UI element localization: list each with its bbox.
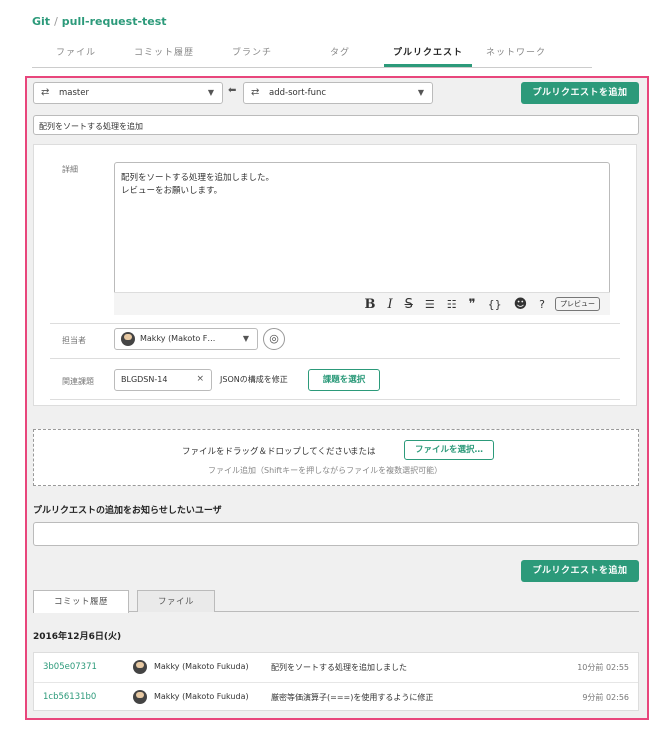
tab-branches[interactable]: ブランチ — [208, 40, 296, 67]
tab-pull-requests[interactable]: プルリクエスト — [384, 40, 472, 67]
base-branch-select[interactable]: ⇄ master ▼ — [33, 82, 223, 104]
commit-time: 9分前 02:56 — [582, 693, 629, 702]
add-pull-request-button[interactable]: プルリクエストを追加 — [521, 82, 639, 104]
bullet-list-icon[interactable]: ☰ — [425, 293, 435, 316]
choose-file-button[interactable]: ファイルを選択… — [404, 440, 494, 460]
commit-hash-link[interactable]: 1cb56131b0 — [43, 692, 96, 702]
dropzone-or: または — [350, 447, 376, 457]
compare-branch-select[interactable]: ⇄ add-sort-func ▼ — [243, 82, 433, 104]
avatar — [121, 332, 135, 346]
bold-icon[interactable]: B — [364, 293, 375, 316]
help-icon[interactable]: ? — [539, 293, 545, 316]
file-dropzone[interactable]: ファイルをドラッグ＆ドロップしてください または ファイルを選択… ファイル追加… — [33, 429, 639, 486]
commit-author: Makky (Makoto Fukuda) — [154, 692, 249, 701]
repo-tabs: ファイル コミット履歴 ブランチ タグ プルリクエスト ネットワーク — [32, 40, 592, 68]
commit-row: 1cb56131b0 Makky (Makoto Fukuda) 厳密等価演算子… — [34, 682, 638, 711]
numbered-list-icon[interactable]: ☷ — [447, 293, 457, 316]
notify-users-label: プルリクエストの追加をお知らせしたいユーザ — [33, 506, 222, 516]
related-issue-key: BLGDSN-14 — [121, 375, 168, 384]
tab-network[interactable]: ネットワーク — [472, 40, 560, 67]
dropzone-text: ファイルをドラッグ＆ドロップしてください — [182, 447, 352, 457]
emoji-icon[interactable]: ☻ — [514, 293, 528, 316]
chevron-down-icon: ▼ — [417, 88, 424, 97]
commit-message: 配列をソートする処理を追加しました — [271, 663, 407, 672]
strikethrough-icon[interactable]: S — [405, 293, 413, 316]
editor-toolbar: B I S ☰ ☷ ❞ {} ☻ ? プレビュー — [114, 292, 610, 315]
title-input-value: 配列をソートする処理を追加 — [39, 122, 143, 131]
preview-button[interactable]: プレビュー — [555, 297, 600, 311]
branch-icon: ⇄ — [41, 87, 50, 98]
commit-author: Makky (Makoto Fukuda) — [154, 662, 249, 671]
commit-message: 厳密等価演算子(===)を使用するように修正 — [271, 693, 434, 702]
assignee-label: 担当者 — [62, 336, 86, 345]
related-issue-label: 関連課題 — [62, 377, 94, 386]
breadcrumb-separator: / — [54, 15, 58, 28]
commit-hash-link[interactable]: 3b05e07371 — [43, 662, 97, 672]
base-branch-label: master — [59, 88, 89, 98]
tab-files[interactable]: ファイル — [32, 40, 120, 67]
watch-icon[interactable]: ◎ — [263, 328, 285, 350]
assignee-select[interactable]: Makky (Makoto F… ▼ — [114, 328, 258, 350]
arrow-left-icon: ⬅ — [228, 85, 237, 96]
commit-list: 3b05e07371 Makky (Makoto Fukuda) 配列をソートす… — [33, 652, 639, 711]
subtab-files[interactable]: ファイル — [137, 590, 215, 612]
code-icon[interactable]: {} — [488, 293, 502, 316]
breadcrumb-project[interactable]: Git — [32, 15, 50, 28]
avatar — [133, 690, 147, 704]
divider — [50, 323, 620, 324]
chevron-down-icon: ▼ — [207, 88, 214, 97]
breadcrumb-repository[interactable]: pull-request-test — [62, 15, 167, 28]
tab-commit-history[interactable]: コミット履歴 — [120, 40, 208, 67]
title-input[interactable]: 配列をソートする処理を追加 — [33, 115, 639, 135]
avatar — [133, 660, 147, 674]
subtab-commit-history[interactable]: コミット履歴 — [33, 590, 129, 613]
quote-icon[interactable]: ❞ — [469, 293, 476, 316]
related-issue-title: JSONの構成を修正 — [220, 375, 288, 384]
close-icon[interactable]: × — [196, 374, 204, 384]
commit-time: 10分前 02:55 — [577, 663, 629, 672]
tab-tags[interactable]: タグ — [296, 40, 384, 67]
dropzone-subtext: ファイル追加（Shiftキーを押しながらファイルを複数選択可能） — [208, 466, 443, 475]
commit-date-heading: 2016年12月6日(火) — [33, 632, 122, 642]
details-label: 詳細 — [62, 165, 78, 174]
add-pull-request-button-bottom[interactable]: プルリクエストを追加 — [521, 560, 639, 582]
assignee-value: Makky (Makoto F… — [140, 334, 216, 343]
divider — [50, 358, 620, 359]
compare-branch-label: add-sort-func — [269, 88, 327, 98]
details-section: 詳細 配列をソートする処理を追加しました。 レビューをお願いします。 B I S… — [33, 144, 637, 406]
divider — [50, 399, 620, 400]
chevron-down-icon: ▼ — [242, 334, 249, 343]
commit-row: 3b05e07371 Makky (Makoto Fukuda) 配列をソートす… — [34, 653, 638, 682]
description-line: レビューをお願いします。 — [121, 186, 223, 196]
select-issue-button[interactable]: 課題を選択 — [308, 369, 380, 391]
pr-subtabs: コミット履歴 ファイル — [33, 590, 639, 613]
italic-icon[interactable]: I — [387, 293, 392, 316]
pull-request-form: ⇄ master ▼ ⬅ ⇄ add-sort-func ▼ プルリクエストを追… — [25, 76, 649, 720]
page-header: Git / pull-request-test ファイル コミット履歴 ブランチ タ… — [0, 0, 661, 72]
notify-users-input[interactable] — [33, 522, 639, 546]
branch-icon: ⇄ — [251, 87, 260, 98]
related-issue-input[interactable]: BLGDSN-14 × — [114, 369, 212, 391]
breadcrumb: Git / pull-request-test — [32, 15, 167, 28]
description-line: 配列をソートする処理を追加しました。 — [121, 173, 275, 183]
